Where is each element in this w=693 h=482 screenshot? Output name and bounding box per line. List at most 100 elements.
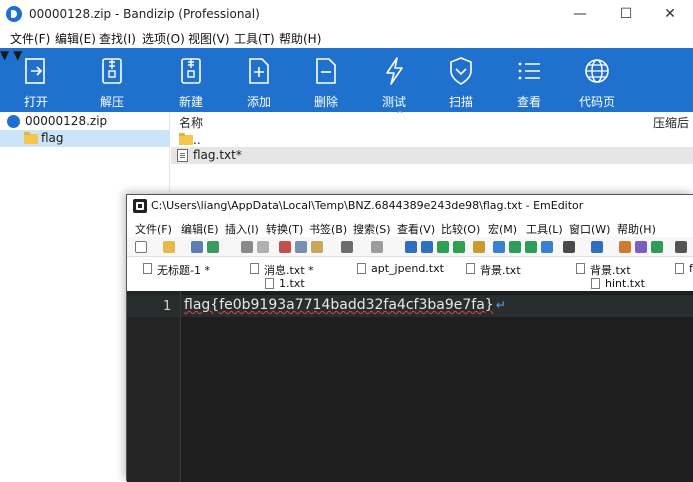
new-archive-icon: [181, 58, 201, 84]
zip-archive-icon: [7, 115, 20, 128]
find-previous-icon[interactable]: [437, 241, 449, 253]
copy-icon[interactable]: [295, 241, 307, 253]
new-button[interactable]: 新建: [161, 48, 221, 112]
emeditor-menubar: 文件(F) 编辑(E) 插入(I) 转换(T) 书签(B) 搜索(S) 查看(V…: [127, 217, 693, 237]
em-menu-tools[interactable]: 工具(L): [526, 221, 563, 237]
em-menu-search[interactable]: 搜索(S): [353, 221, 391, 237]
macro-icon[interactable]: [591, 241, 603, 253]
gutter-separator: [180, 291, 181, 482]
close-button[interactable]: ✕: [650, 0, 690, 28]
list-item-parent[interactable]: ..: [171, 130, 693, 147]
globe-icon: [585, 59, 609, 83]
more-tools-icon[interactable]: [675, 241, 687, 253]
column-header-name[interactable]: 名称: [179, 114, 203, 131]
editor-area[interactable]: 1 flag{fe0b9193a7714badd32fa4cf3ba9e7fa}…: [127, 291, 693, 482]
em-menu-convert[interactable]: 转换(T): [266, 221, 303, 237]
plugin-c-icon[interactable]: [651, 241, 663, 253]
word-wrap-icon[interactable]: [509, 241, 521, 253]
menu-edit[interactable]: 编辑(E): [55, 30, 96, 47]
outline-icon[interactable]: [541, 241, 553, 253]
view-label: 查看: [516, 95, 541, 109]
redo-icon[interactable]: [371, 241, 383, 253]
open-folder-icon[interactable]: [163, 241, 175, 253]
scan-label: 扫描: [448, 95, 473, 109]
bandizip-titlebar: 00000128.zip - Bandizip (Professional) —…: [0, 0, 693, 28]
delete-button[interactable]: 删除: [296, 48, 356, 112]
em-menu-file[interactable]: 文件(F): [135, 221, 172, 237]
test-button[interactable]: 测试: [364, 48, 424, 112]
split-window-icon[interactable]: [493, 241, 505, 253]
em-menu-compare[interactable]: 比较(O): [441, 221, 480, 237]
extract-button[interactable]: 解压: [82, 48, 142, 112]
tab-label: fl: [689, 262, 693, 275]
tab-file-icon: [143, 263, 152, 274]
menu-view[interactable]: 视图(V): [188, 30, 230, 47]
minimize-button[interactable]: —: [560, 0, 600, 28]
add-button[interactable]: 添加: [229, 48, 289, 112]
em-menu-macro[interactable]: 宏(M): [488, 221, 517, 237]
em-menu-edit[interactable]: 编辑(E): [181, 221, 219, 237]
plugin-a-icon[interactable]: [619, 241, 631, 253]
codepage-button[interactable]: 代码页: [567, 48, 627, 112]
tab-file-icon: [675, 263, 684, 274]
menu-find[interactable]: 查找(I): [99, 30, 136, 47]
config-icon[interactable]: [563, 241, 575, 253]
replace-icon[interactable]: [453, 241, 465, 253]
print-icon[interactable]: [241, 241, 253, 253]
em-menu-insert[interactable]: 插入(I): [225, 221, 259, 237]
plugin-b-icon[interactable]: [635, 241, 647, 253]
maximize-button[interactable]: ☐: [606, 0, 646, 28]
show-marks-icon[interactable]: [525, 241, 537, 253]
open-button[interactable]: 打开: [6, 48, 66, 112]
bandizip-logo-icon: [6, 6, 22, 22]
print-preview-icon[interactable]: [257, 241, 269, 253]
delete-file-icon: [316, 58, 336, 84]
delete-label: 删除: [313, 95, 338, 109]
menu-options[interactable]: 选项(O): [142, 30, 185, 47]
open-icon: [25, 58, 45, 84]
emeditor-toolbar: [127, 237, 693, 257]
tree-archive-label: 00000128.zip: [25, 114, 108, 128]
parent-label: ..: [193, 133, 201, 147]
tab-label: 背景.txt: [480, 264, 521, 277]
file-name-label: flag.txt*: [193, 148, 242, 162]
em-menu-view[interactable]: 查看(V): [397, 221, 435, 237]
find-in-files-icon[interactable]: [473, 241, 485, 253]
em-menu-help[interactable]: 帮助(H): [617, 221, 656, 237]
menu-file[interactable]: 文件(F): [10, 30, 50, 47]
scan-button[interactable]: 扫描: [431, 48, 491, 112]
menu-help[interactable]: 帮助(H): [279, 30, 321, 47]
line-number-gutter: [127, 291, 180, 482]
add-file-icon: [249, 58, 269, 84]
column-header-compressed[interactable]: 压缩后: [653, 114, 689, 131]
flag-text: flag{fe0b9193a7714badd32fa4cf3ba9e7fa}: [184, 297, 494, 313]
paste-icon[interactable]: [311, 241, 323, 253]
tree-folder-label: flag: [41, 131, 64, 145]
menu-tools[interactable]: 工具(T): [234, 30, 275, 47]
view-button[interactable]: 查看: [499, 48, 559, 112]
emeditor-tabs: 无标题-1 * 消息.txt * apt_jpend.txt 背景.txt 背景…: [127, 257, 693, 291]
tab-file-icon: [591, 278, 600, 289]
find-next-icon[interactable]: [421, 241, 433, 253]
folder-icon: [24, 132, 38, 144]
em-menu-window[interactable]: 窗口(W): [569, 221, 610, 237]
extract-icon: [102, 58, 122, 84]
save-all-icon[interactable]: [207, 241, 219, 253]
tab-flag-txt[interactable]: fl: [675, 261, 693, 277]
tab-label: apt_jpend.txt: [371, 262, 444, 275]
new-document-icon[interactable]: [135, 241, 147, 253]
em-menu-bookmark[interactable]: 书签(B): [309, 221, 347, 237]
tab-file-icon: [250, 263, 259, 274]
code-line[interactable]: flag{fe0b9193a7714badd32fa4cf3ba9e7fa} ↵: [184, 297, 506, 313]
list-item-flag-txt[interactable]: flag.txt*: [171, 147, 693, 164]
save-icon[interactable]: [191, 241, 203, 253]
add-label: 添加: [246, 95, 271, 109]
tree-item-archive[interactable]: 00000128.zip: [0, 113, 170, 130]
emeditor-logo-icon: [133, 199, 147, 213]
archive-tree: 00000128.zip flag: [0, 112, 170, 192]
find-icon[interactable]: [405, 241, 417, 253]
undo-icon[interactable]: [341, 241, 353, 253]
tree-item-flag-folder[interactable]: flag: [0, 130, 170, 147]
end-of-line-mark: ↵: [495, 298, 506, 312]
cut-icon[interactable]: [279, 241, 291, 253]
